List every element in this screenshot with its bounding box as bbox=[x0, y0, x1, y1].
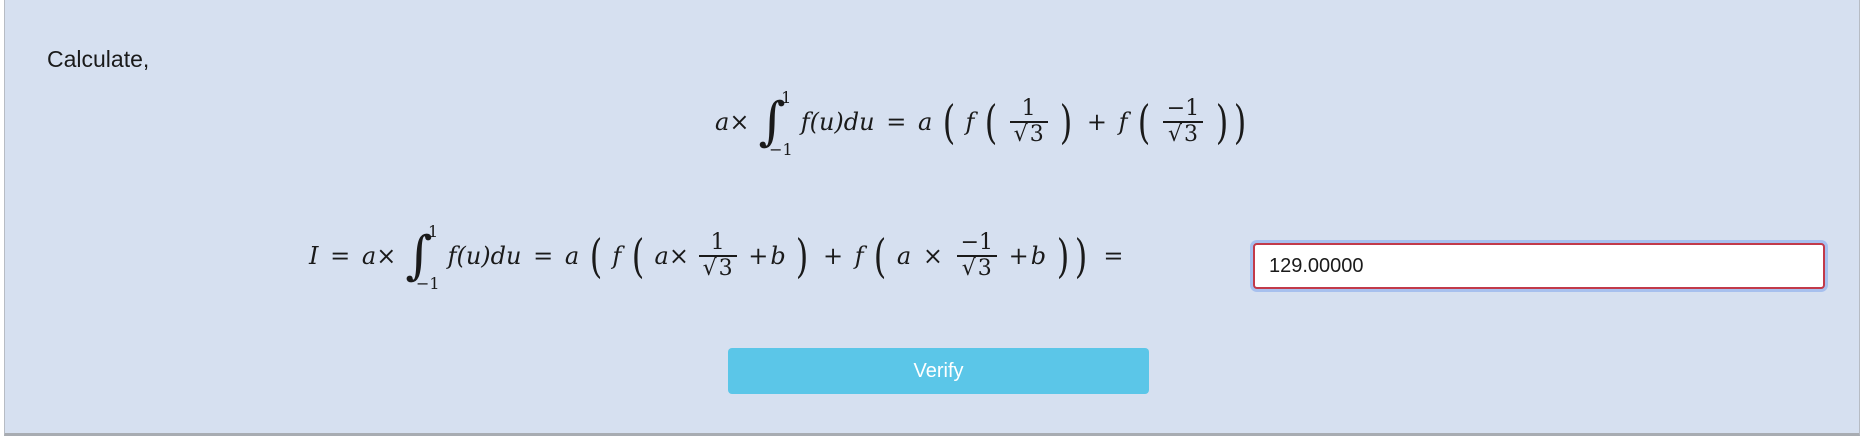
eq2-int-upper: 1 bbox=[427, 222, 439, 241]
eq2-inner-a1: a bbox=[654, 242, 669, 270]
eq2-equals-1: = bbox=[330, 242, 351, 270]
eq1-frac2-num: −1 bbox=[1166, 96, 1200, 122]
eq1-plus: + bbox=[1086, 108, 1108, 136]
eq1-open-paren-f2: ( bbox=[1137, 95, 1151, 149]
verify-button[interactable]: Verify bbox=[728, 348, 1149, 394]
eq2-b2: b bbox=[1030, 242, 1047, 270]
eq2-open-paren-f2: ( bbox=[873, 229, 887, 283]
eq2-frac1-den: 3 bbox=[716, 254, 733, 281]
equation-substitution: I = a× ∫ 1 −1 f(u)du = a ( f ( a× 1 √3 +b )… bbox=[309, 222, 1124, 293]
eq1-int-upper: 1 bbox=[781, 88, 792, 107]
eq2-f1: f bbox=[612, 242, 622, 270]
eq2-close-paren-f1: ) bbox=[796, 229, 809, 283]
eq2-close-paren: ) bbox=[1074, 229, 1087, 283]
eq1-integrand: f(u)du bbox=[800, 108, 875, 136]
eq2-times-1: × bbox=[668, 242, 689, 270]
eq2-open-paren: ( bbox=[589, 229, 603, 283]
eq2-b1: b bbox=[770, 242, 786, 270]
eq2-f2: f bbox=[854, 242, 864, 270]
eq1-open-paren-f1: ( bbox=[984, 95, 998, 149]
eq2-int-lower: −1 bbox=[415, 274, 440, 293]
quiz-panel: Calculate, a× ∫ 1 −1 f(u)du = a ( f ( 1 √3 … bbox=[4, 0, 1860, 436]
eq2-a: a bbox=[361, 242, 377, 270]
eq2-I: I bbox=[309, 242, 319, 270]
equation-gauss-rule: a× ∫ 1 −1 f(u)du = a ( f ( 1 √3 ) + f ( −1 √… bbox=[715, 88, 1249, 159]
eq2-times-2: × bbox=[922, 242, 943, 270]
eq2-frac2-num: −1 bbox=[960, 230, 993, 256]
eq2-frac1-num: 1 bbox=[710, 230, 725, 256]
eq2-frac2-den: 3 bbox=[975, 254, 992, 281]
eq2-fraction-1: 1 √3 bbox=[698, 230, 737, 281]
eq1-open-paren: ( bbox=[942, 95, 956, 149]
eq1-equals: = bbox=[886, 108, 907, 136]
eq2-open-paren-f1: ( bbox=[631, 229, 645, 283]
eq2-inner-a2: a bbox=[896, 242, 912, 270]
eq1-fraction-2: −1 √3 bbox=[1162, 96, 1204, 147]
eq1-fraction-1: 1 √3 bbox=[1009, 96, 1048, 147]
eq1-close-paren: ) bbox=[1233, 95, 1247, 149]
eq2-integral-sign: ∫ 1 −1 bbox=[405, 222, 440, 293]
eq1-times: × bbox=[729, 108, 750, 136]
eq2-close-paren-f2: ) bbox=[1056, 229, 1070, 283]
eq1-frac1-den: 3 bbox=[1027, 120, 1044, 147]
eq1-f1: f bbox=[965, 108, 975, 136]
eq1-a: a bbox=[715, 108, 730, 136]
eq2-plus-b2: + bbox=[1008, 242, 1029, 270]
eq2-equals-2: = bbox=[533, 242, 554, 270]
eq1-coef: a bbox=[917, 108, 933, 136]
eq2-plus-b1: + bbox=[748, 242, 769, 270]
eq1-f2: f bbox=[1118, 108, 1128, 136]
eq1-integral-sign: ∫ 1 −1 bbox=[758, 88, 793, 159]
eq2-plus: + bbox=[822, 242, 844, 270]
eq1-frac2-den: 3 bbox=[1182, 120, 1199, 147]
eq2-coef: a bbox=[564, 242, 580, 270]
eq1-int-lower: −1 bbox=[769, 140, 793, 159]
eq1-close-paren-f2: ) bbox=[1215, 95, 1229, 149]
eq2-integrand: f(u)du bbox=[447, 242, 522, 270]
eq2-times: × bbox=[376, 242, 397, 270]
answer-input[interactable] bbox=[1253, 243, 1825, 289]
eq2-fraction-2: −1 √3 bbox=[956, 230, 997, 281]
eq1-close-paren-f1: ) bbox=[1060, 95, 1073, 149]
eq2-final-equals: = bbox=[1103, 242, 1124, 270]
prompt-text: Calculate, bbox=[47, 46, 150, 72]
eq1-frac1-num: 1 bbox=[1021, 96, 1036, 122]
